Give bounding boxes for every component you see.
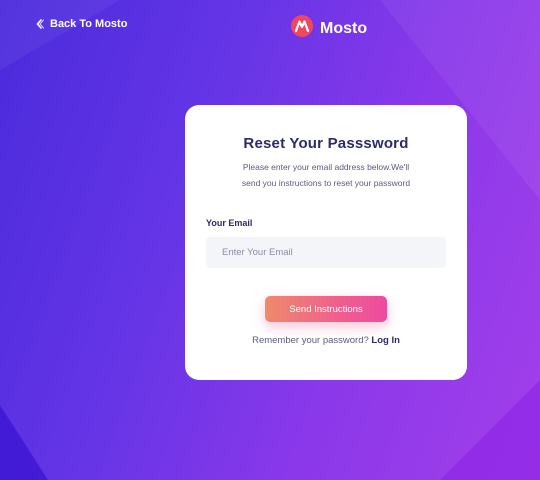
card-description: Please enter your email address below.We… (205, 159, 447, 191)
card-title: Reset Your Passsword (243, 135, 409, 152)
brand-logo[interactable]: Mosto (290, 14, 367, 43)
description-line-1: Please enter your email address below.We… (242, 162, 410, 172)
reset-password-page: Back To Mosto Mosto Reset Your Passsword… (0, 0, 540, 480)
chevron-left-icon (36, 19, 44, 29)
email-label: Your Email (206, 218, 253, 228)
description-line-2: send you instructions to reset your pass… (241, 178, 411, 188)
login-link[interactable]: Log In (371, 335, 400, 346)
email-input[interactable] (206, 237, 446, 268)
remember-text: Remember your password? (252, 335, 369, 346)
back-to-mosto-link[interactable]: Back To Mosto (36, 18, 127, 30)
brand-name: Mosto (320, 19, 368, 37)
mosto-logo-icon (290, 14, 314, 43)
reset-password-card: Reset Your Passsword Please enter your e… (185, 105, 467, 380)
back-link-label: Back To Mosto (50, 18, 128, 30)
remember-password-row: Remember your password? Log In (185, 335, 467, 346)
send-instructions-button[interactable]: Send Instructions (265, 296, 387, 322)
